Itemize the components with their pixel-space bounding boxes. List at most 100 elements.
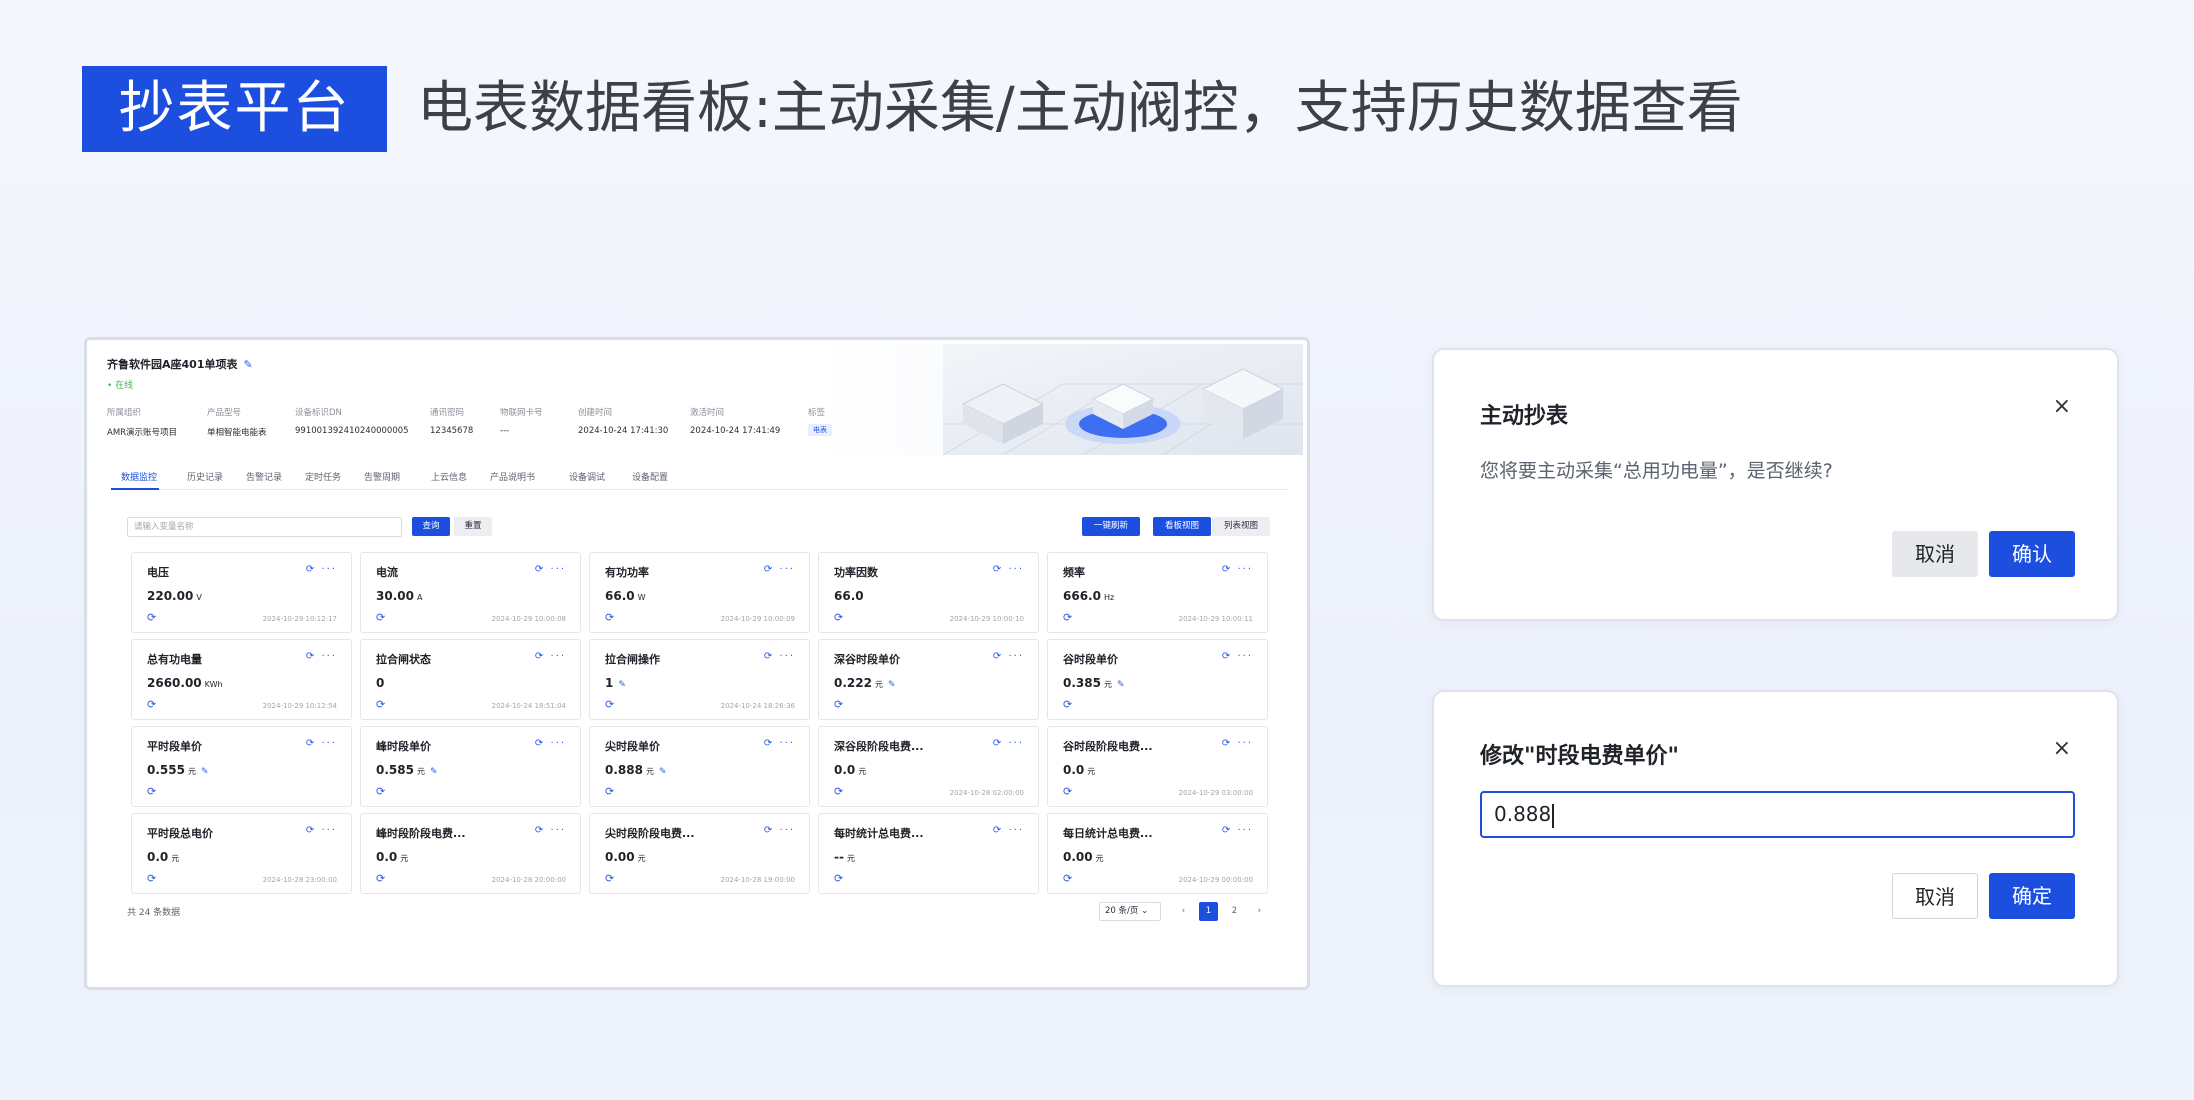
- tab-item[interactable]: 设备配置: [632, 470, 668, 483]
- refresh-icon[interactable]: ⟳: [834, 872, 843, 885]
- query-button[interactable]: 查询: [412, 517, 450, 536]
- refresh-icon[interactable]: ⟳: [376, 698, 385, 711]
- pencil-icon[interactable]: ✎: [243, 358, 252, 371]
- history-more-icon[interactable]: ⟳ ···: [535, 738, 566, 749]
- metric-name: 每日统计总电费...: [1063, 827, 1153, 840]
- edit-pencil-icon[interactable]: ✎: [888, 680, 896, 690]
- refresh-icon[interactable]: ⟳: [147, 698, 156, 711]
- tab-item[interactable]: 产品说明书: [490, 470, 535, 483]
- tab-item[interactable]: 设备调试: [569, 470, 605, 483]
- metric-value: 0.555 元 ✎: [147, 763, 209, 777]
- history-more-icon[interactable]: ⟳ ···: [306, 564, 337, 575]
- refresh-icon[interactable]: ⟳: [834, 611, 843, 624]
- history-more-icon[interactable]: ⟳ ···: [535, 651, 566, 662]
- history-more-icon[interactable]: ⟳ ···: [306, 825, 337, 836]
- search-input[interactable]: 请输入变量名称: [127, 517, 402, 537]
- history-more-icon[interactable]: ⟳ ···: [764, 738, 795, 749]
- history-more-icon[interactable]: ⟳ ···: [993, 651, 1024, 662]
- metric-value: 0.0 元: [376, 850, 408, 864]
- tab-item[interactable]: 数据监控: [121, 470, 157, 483]
- reset-button[interactable]: 重置: [454, 517, 492, 536]
- page-1-button[interactable]: 1: [1199, 902, 1218, 921]
- refresh-icon[interactable]: ⟳: [376, 611, 385, 624]
- refresh-icon[interactable]: ⟳: [1063, 611, 1072, 624]
- refresh-icon[interactable]: ⟳: [376, 785, 385, 798]
- metric-timestamp: 2024-10-29 10:12:54: [262, 702, 337, 710]
- refresh-icon[interactable]: ⟳: [605, 785, 614, 798]
- tab-item[interactable]: 告警记录: [246, 470, 282, 483]
- history-more-icon[interactable]: ⟳ ···: [1222, 651, 1253, 662]
- history-more-icon[interactable]: ⟳ ···: [306, 651, 337, 662]
- cancel-button[interactable]: 取消: [1892, 873, 1978, 919]
- close-icon[interactable]: ×: [2053, 736, 2071, 761]
- price-input[interactable]: 0.888: [1480, 791, 2075, 838]
- meta-value: 2024-10-24 17:41:30: [578, 426, 669, 436]
- refresh-icon[interactable]: ⟳: [147, 872, 156, 885]
- metric-value: 0.00 元: [1063, 850, 1104, 864]
- refresh-icon[interactable]: ⟳: [1063, 785, 1072, 798]
- metric-name: 电流: [376, 566, 398, 579]
- history-more-icon[interactable]: ⟳ ···: [535, 825, 566, 836]
- metric-value: 0.0 元: [147, 850, 179, 864]
- history-more-icon[interactable]: ⟳ ···: [993, 825, 1024, 836]
- prev-page-button[interactable]: ‹: [1174, 902, 1193, 921]
- edit-pencil-icon[interactable]: ✎: [201, 767, 209, 777]
- history-more-icon[interactable]: ⟳ ···: [1222, 738, 1253, 749]
- page-size-label: 20 条/页: [1105, 906, 1139, 916]
- device-detail-screenshot: 齐鲁软件园A座401单项表 ✎ • 在线 所属组织 AMR演示账号项目 产品型号 单相智…: [84, 337, 1310, 990]
- refresh-icon[interactable]: ⟳: [834, 698, 843, 711]
- history-more-icon[interactable]: ⟳ ···: [764, 825, 795, 836]
- metric-card: 频率 ⟳ ··· 666.0 Hz ⟳ 2024-10-29 10:00:11: [1047, 552, 1268, 633]
- next-page-button[interactable]: ›: [1250, 902, 1269, 921]
- tab-item[interactable]: 定时任务: [305, 470, 341, 483]
- chevron-down-icon: ⌄: [1141, 906, 1149, 916]
- meta-field: 所属组织 AMR演示账号项目: [107, 406, 177, 438]
- confirm-button[interactable]: 确认: [1989, 531, 2075, 577]
- meta-value: ---: [500, 426, 510, 436]
- page-2-button[interactable]: 2: [1225, 902, 1244, 921]
- tab-item[interactable]: 告警周期: [364, 470, 400, 483]
- collect-dialog-message: 您将要主动采集“总用功电量”，是否继续?: [1480, 460, 1833, 482]
- history-more-icon[interactable]: ⟳ ···: [306, 738, 337, 749]
- close-icon[interactable]: ×: [2053, 394, 2071, 419]
- page-size-select[interactable]: 20 条/页 ⌄: [1099, 902, 1161, 921]
- metric-unit: 元: [858, 767, 867, 776]
- refresh-icon[interactable]: ⟳: [147, 785, 156, 798]
- metric-unit: 元: [187, 767, 196, 776]
- history-more-icon[interactable]: ⟳ ···: [764, 651, 795, 662]
- tab-item[interactable]: 历史记录: [187, 470, 223, 483]
- ok-button[interactable]: 确定: [1989, 873, 2075, 919]
- refresh-icon[interactable]: ⟳: [605, 698, 614, 711]
- meta-field: 物联网卡号 ---: [500, 406, 543, 436]
- cancel-button[interactable]: 取消: [1892, 531, 1978, 577]
- metric-name: 深谷时段单价: [834, 653, 900, 666]
- history-more-icon[interactable]: ⟳ ···: [993, 564, 1024, 575]
- refresh-icon[interactable]: ⟳: [147, 611, 156, 624]
- metric-timestamp: 2024-10-28 20:00:00: [491, 876, 566, 884]
- refresh-icon[interactable]: ⟳: [834, 785, 843, 798]
- history-more-icon[interactable]: ⟳ ···: [535, 564, 566, 575]
- refresh-icon[interactable]: ⟳: [1063, 872, 1072, 885]
- board-view-button[interactable]: 看板视图: [1153, 517, 1211, 536]
- refresh-icon[interactable]: ⟳: [1063, 698, 1072, 711]
- metric-value-text: 66.0: [834, 589, 864, 603]
- refresh-icon[interactable]: ⟳: [605, 872, 614, 885]
- metric-value: 66.0: [834, 589, 864, 603]
- history-more-icon[interactable]: ⟳ ···: [993, 738, 1024, 749]
- edit-pencil-icon[interactable]: ✎: [430, 767, 438, 777]
- refresh-all-button[interactable]: 一键刷新: [1082, 517, 1140, 536]
- refresh-icon[interactable]: ⟳: [376, 872, 385, 885]
- history-more-icon[interactable]: ⟳ ···: [764, 564, 795, 575]
- metric-value-text: 30.00: [376, 589, 414, 603]
- metric-name: 功率因数: [834, 566, 878, 579]
- refresh-icon[interactable]: ⟳: [605, 611, 614, 624]
- edit-pencil-icon[interactable]: ✎: [618, 680, 626, 690]
- edit-pencil-icon[interactable]: ✎: [1117, 680, 1125, 690]
- list-view-button[interactable]: 列表视图: [1212, 517, 1270, 536]
- tab-item[interactable]: 上云信息: [431, 470, 467, 483]
- metric-name: 每时统计总电费...: [834, 827, 924, 840]
- history-more-icon[interactable]: ⟳ ···: [1222, 825, 1253, 836]
- edit-pencil-icon[interactable]: ✎: [659, 767, 667, 777]
- history-more-icon[interactable]: ⟳ ···: [1222, 564, 1253, 575]
- metric-value: 66.0 W: [605, 589, 646, 603]
